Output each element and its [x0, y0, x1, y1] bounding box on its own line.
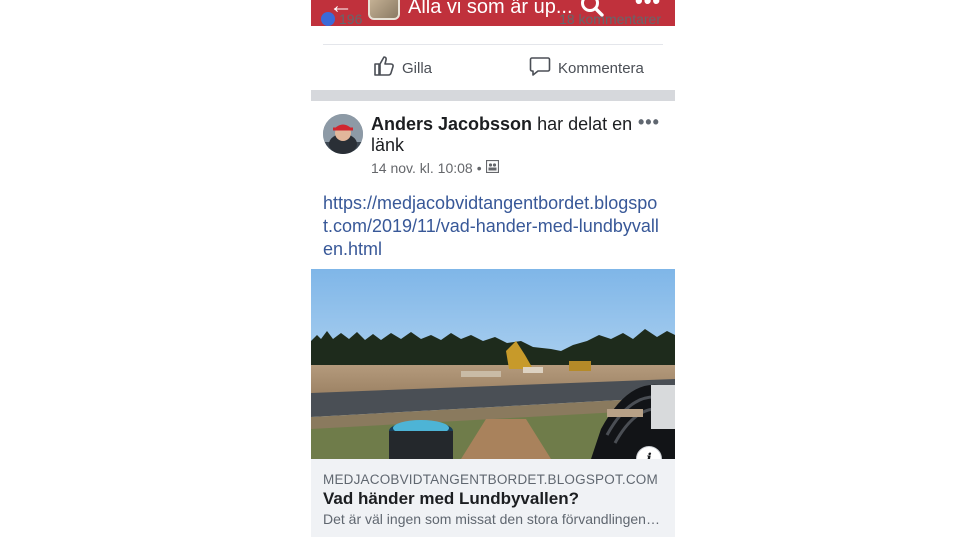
previous-post-stats: 196 18 kommentarer — [311, 8, 675, 27]
comment-button[interactable]: Kommentera — [529, 46, 644, 90]
group-audience-icon — [485, 159, 499, 176]
reactions-count[interactable]: 196 — [339, 11, 362, 27]
post-meta: 14 nov. kl. 10:08 • — [371, 159, 499, 176]
post-link-url[interactable]: https://medjacobvidtangentbordet.blogspo… — [323, 192, 667, 261]
divider — [323, 44, 663, 45]
comment-bubble-icon — [529, 55, 551, 81]
author-avatar[interactable] — [323, 114, 363, 154]
comment-label: Kommentera — [558, 59, 644, 77]
feed-separator — [311, 90, 675, 101]
thumbs-up-icon — [373, 55, 395, 81]
link-preview-image[interactable] — [311, 269, 675, 459]
post-options-icon[interactable]: ••• — [638, 112, 660, 133]
link-domain: MEDJACOBVIDTANGENTBORDET.BLOGSPOT.COM — [323, 472, 658, 487]
like-reaction-icon — [321, 12, 335, 26]
post-timestamp[interactable]: 14 nov. kl. 10:08 — [371, 160, 473, 176]
phone-screen: ← Alla vi som är up... ••• 196 18 kommen… — [311, 0, 675, 551]
post-header-text: Anders Jacobsson har delat en länk — [371, 114, 641, 156]
meta-separator: • — [476, 160, 482, 176]
like-label: Gilla — [402, 59, 433, 77]
post-actions-bar: Gilla Kommentera — [311, 46, 675, 90]
feed-gap — [311, 537, 675, 551]
author-name[interactable]: Anders Jacobsson — [371, 114, 532, 134]
comments-count[interactable]: 18 kommentarer — [559, 11, 661, 27]
link-title: Vad händer med Lundbyvallen? — [323, 489, 579, 508]
link-description: Det är väl ingen som missat den stora fö… — [323, 511, 663, 527]
like-button[interactable]: Gilla — [373, 46, 432, 90]
